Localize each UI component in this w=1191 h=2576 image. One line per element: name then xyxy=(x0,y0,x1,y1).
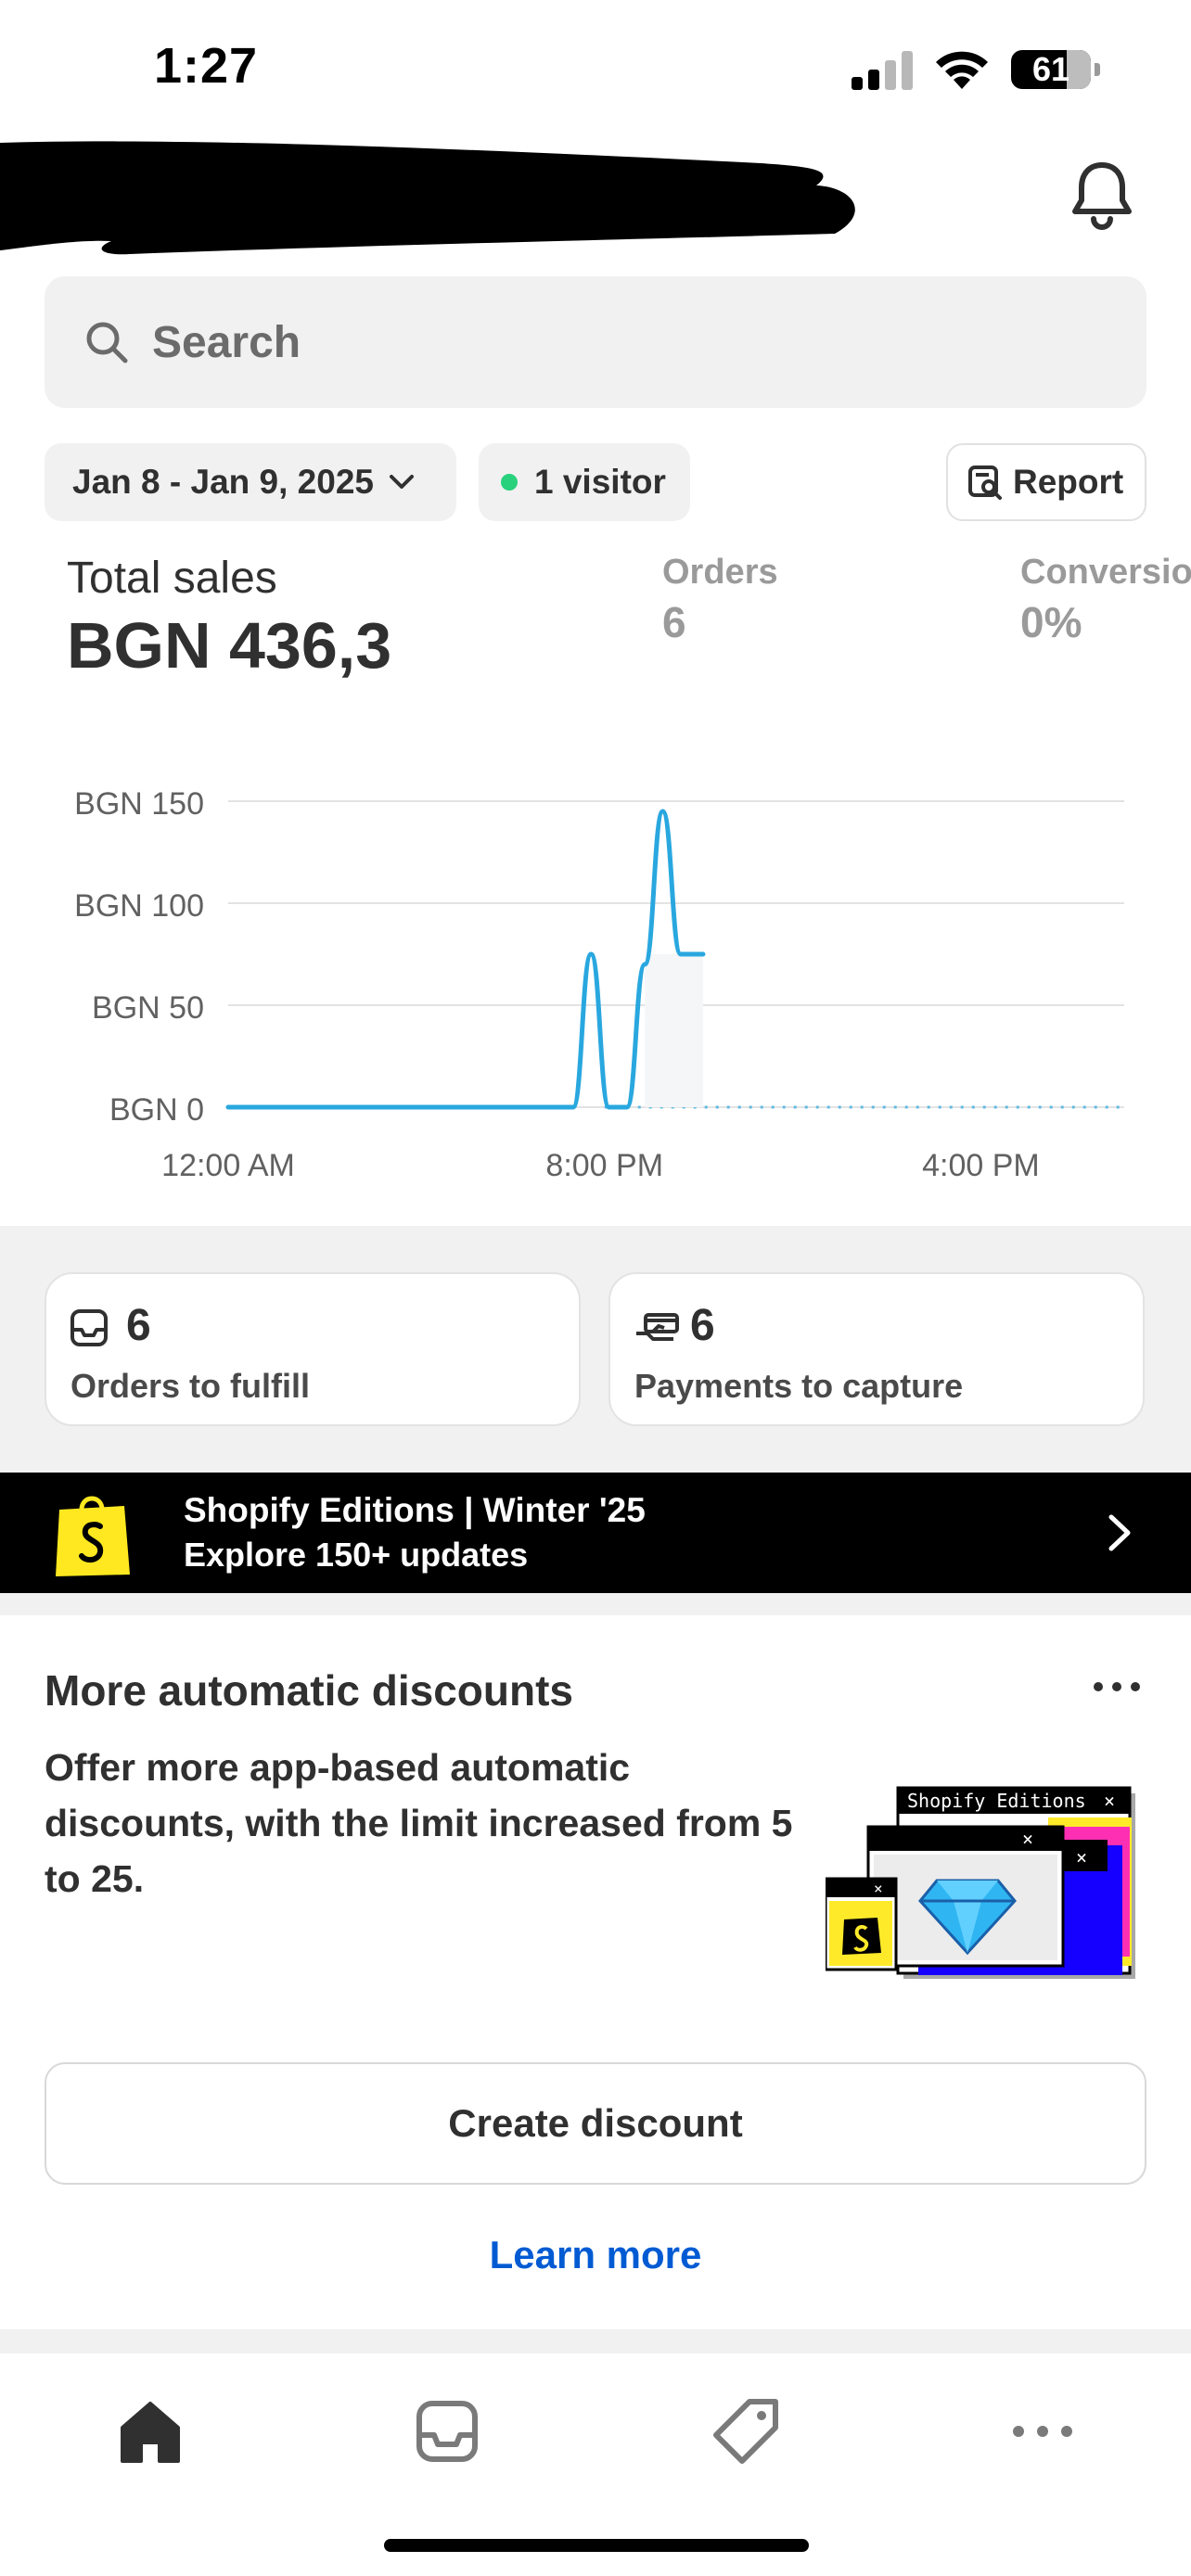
battery-level: 61 xyxy=(1031,50,1070,88)
wifi-icon xyxy=(936,51,988,89)
visitor-count: 1 visitor xyxy=(534,463,666,501)
shopify-bag-icon xyxy=(56,1496,130,1576)
more-icon[interactable] xyxy=(1004,2392,1082,2470)
bottom-divider xyxy=(0,2329,1191,2353)
battery-icon: 61 xyxy=(1011,50,1091,89)
y-tick-label: BGN 50 xyxy=(92,990,204,1026)
home-indicator xyxy=(384,2539,809,2552)
banner-subtitle: Explore 150+ updates xyxy=(184,1536,529,1574)
search-icon xyxy=(86,322,128,363)
live-status-dot xyxy=(501,474,518,491)
banner-title: Shopify Editions | Winter '25 xyxy=(184,1491,646,1529)
battery-tip xyxy=(1095,63,1100,76)
section-divider xyxy=(0,1593,1191,1615)
bell-icon[interactable] xyxy=(1069,158,1135,232)
x-tick-label: 12:00 AM xyxy=(161,1148,295,1183)
orders-to-fulfill-label: Orders to fulfill xyxy=(70,1367,311,1405)
x-tick-label: 4:00 PM xyxy=(922,1148,1040,1183)
status-bar: 1:27 61 xyxy=(0,0,1191,130)
more-options-icon[interactable] xyxy=(1091,1675,1143,1699)
chevron-right-icon xyxy=(1108,1514,1131,1551)
payments-to-capture-count: 6 xyxy=(690,1301,715,1350)
discount-card-title: More automatic discounts xyxy=(45,1666,573,1715)
total-sales-label: Total sales xyxy=(67,554,277,603)
search-input[interactable] xyxy=(152,316,987,368)
create-discount-button[interactable]: Create discount xyxy=(45,2062,1146,2185)
report-button[interactable]: Report xyxy=(946,443,1146,521)
home-icon[interactable] xyxy=(111,2392,189,2470)
shopify-editions-banner[interactable]: Shopify Editions | Winter '25 Explore 15… xyxy=(0,1473,1191,1593)
y-tick-label: BGN 150 xyxy=(74,786,204,822)
orders-icon[interactable] xyxy=(408,2392,486,2470)
x-tick-label: 8:00 PM xyxy=(545,1148,663,1183)
discount-card-description: Offer more app-based automatic discounts… xyxy=(45,1746,793,1900)
status-icons: 61 xyxy=(852,48,1100,91)
svg-text:×: × xyxy=(1076,1846,1087,1868)
conversion-metric-value: 0% xyxy=(1020,598,1082,646)
illustration-caption: Shopify Editions xyxy=(907,1790,1086,1812)
report-label: Report xyxy=(1013,463,1124,501)
signal-icon xyxy=(852,49,913,90)
conversion-metric-label[interactable]: Conversion xyxy=(1020,553,1191,593)
total-sales-value: BGN 436,3 xyxy=(67,609,392,682)
chevron-down-icon xyxy=(389,475,414,489)
date-range-picker[interactable]: Jan 8 - Jan 9, 2025 xyxy=(45,443,456,521)
orders-to-fulfill-card[interactable]: 6 Orders to fulfill xyxy=(45,1272,581,1426)
orders-metric-value: 6 xyxy=(662,598,686,646)
orders-metric-label[interactable]: Orders xyxy=(662,553,778,593)
date-range-label: Jan 8 - Jan 9, 2025 xyxy=(72,463,374,501)
sales-series-line xyxy=(225,809,706,1110)
orders-to-fulfill-count: 6 xyxy=(126,1301,151,1350)
report-icon xyxy=(968,465,1002,500)
current-period-shade xyxy=(645,954,703,1107)
payments-to-capture-card[interactable]: 6 Payments to capture xyxy=(608,1272,1145,1426)
products-icon[interactable] xyxy=(707,2392,785,2470)
hand-card-icon xyxy=(636,1313,679,1341)
svg-text:×: × xyxy=(1022,1828,1033,1850)
status-time: 1:27 xyxy=(154,38,259,94)
sales-chart[interactable]: BGN 150 BGN 100 BGN 50 BGN 0 12:00 AM 8:00 PM… xyxy=(0,760,1191,1196)
y-tick-label: BGN 100 xyxy=(74,888,204,924)
payments-to-capture-label: Payments to capture xyxy=(634,1367,964,1405)
search-bar[interactable] xyxy=(45,276,1146,408)
svg-text:×: × xyxy=(1104,1790,1115,1812)
learn-more-link[interactable]: Learn more xyxy=(0,2233,1191,2277)
svg-text:×: × xyxy=(874,1880,883,1897)
y-tick-label: BGN 0 xyxy=(109,1092,204,1128)
redacted-store-name xyxy=(0,141,855,255)
live-visitors-chip[interactable]: 1 visitor xyxy=(479,443,690,521)
shopify-editions-illustration: Shopify Editions × × × × xyxy=(826,1786,1135,1979)
inbox-icon xyxy=(70,1309,108,1346)
